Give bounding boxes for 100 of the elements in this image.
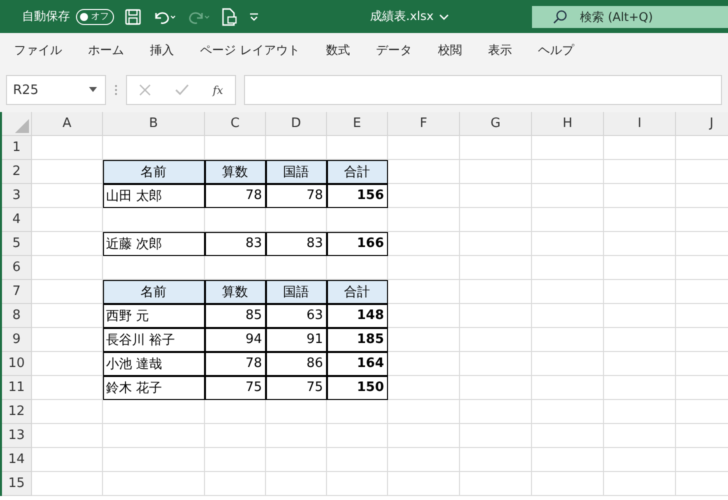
column-header[interactable]: F [388,112,460,136]
empty-cell[interactable] [388,136,460,160]
empty-cell[interactable] [388,304,460,328]
empty-cell[interactable] [532,448,604,472]
empty-cell[interactable] [327,424,388,448]
ribbon-tab[interactable]: 表示 [478,42,522,59]
empty-cell[interactable] [604,232,676,256]
empty-cell[interactable] [266,424,327,448]
empty-cell[interactable] [532,280,604,304]
column-header[interactable]: H [532,112,604,136]
cancel-icon[interactable] [138,84,151,96]
file-name[interactable]: 成績表.xlsx [370,8,434,25]
empty-cell[interactable] [327,448,388,472]
empty-cell[interactable] [205,424,266,448]
search-field[interactable]: 検索 (Alt+Q) [532,6,728,28]
row-header[interactable]: 6 [2,256,32,280]
ribbon-tab[interactable]: ファイル [4,42,72,59]
empty-cell[interactable] [460,448,532,472]
column-header[interactable]: J [676,112,728,136]
check-icon[interactable] [174,84,189,96]
empty-cell[interactable] [103,448,205,472]
row-header[interactable]: 4 [2,208,32,232]
empty-cell[interactable] [604,304,676,328]
empty-cell[interactable] [460,208,532,232]
empty-cell[interactable] [388,256,460,280]
empty-cell[interactable] [205,448,266,472]
row-header[interactable]: 10 [2,352,32,376]
ribbon-tab[interactable]: 数式 [316,42,360,59]
empty-cell[interactable] [532,376,604,400]
ribbon-tab[interactable]: ホーム [78,42,134,59]
empty-cell[interactable] [266,448,327,472]
empty-cell[interactable] [532,424,604,448]
row-header[interactable]: 15 [2,472,32,496]
row-header[interactable]: 8 [2,304,32,328]
empty-cell[interactable] [604,424,676,448]
empty-cell[interactable] [460,328,532,352]
row-header[interactable]: 2 [2,160,32,184]
row-header[interactable]: 14 [2,448,32,472]
empty-cell[interactable] [532,400,604,424]
empty-cell[interactable] [205,472,266,496]
empty-cell[interactable] [460,304,532,328]
ribbon-tab[interactable]: ページ レイアウト [190,42,310,59]
row-header[interactable]: 9 [2,328,32,352]
empty-cell[interactable] [532,328,604,352]
empty-cell[interactable] [388,184,460,208]
empty-cell[interactable] [103,208,205,232]
column-header[interactable]: D [266,112,327,136]
empty-cell[interactable] [460,232,532,256]
empty-cell[interactable] [604,256,676,280]
empty-cell[interactable] [460,400,532,424]
ribbon-tab[interactable]: データ [366,42,422,59]
row-header[interactable]: 3 [2,184,32,208]
empty-cell[interactable] [532,208,604,232]
autosave-toggle[interactable]: オフ [76,8,114,24]
empty-cell[interactable] [388,352,460,376]
save-icon[interactable] [124,8,142,26]
empty-cell[interactable] [532,304,604,328]
column-header[interactable]: B [103,112,205,136]
row-header[interactable]: 5 [2,232,32,256]
empty-cell[interactable] [604,448,676,472]
row-header[interactable]: 12 [2,400,32,424]
column-header[interactable]: A [32,112,103,136]
row-header[interactable]: 1 [2,136,32,160]
empty-cell[interactable] [604,472,676,496]
customize-icon[interactable] [248,10,260,22]
row-header[interactable]: 11 [2,376,32,400]
empty-cell[interactable] [266,208,327,232]
empty-cell[interactable] [532,160,604,184]
column-header[interactable]: E [327,112,388,136]
empty-cell[interactable] [604,328,676,352]
empty-cell[interactable] [604,400,676,424]
empty-cell[interactable] [266,472,327,496]
empty-cell[interactable] [460,376,532,400]
column-header[interactable]: I [604,112,676,136]
empty-cell[interactable] [103,472,205,496]
document-icon[interactable] [220,6,238,26]
column-header[interactable]: C [205,112,266,136]
empty-cell[interactable] [460,136,532,160]
empty-cell[interactable] [460,424,532,448]
empty-cell[interactable] [604,160,676,184]
ribbon-tab[interactable]: 校閲 [428,42,472,59]
drag-handle-icon[interactable] [114,83,118,97]
empty-cell[interactable] [604,208,676,232]
row-header[interactable]: 13 [2,424,32,448]
empty-cell[interactable] [388,328,460,352]
empty-cell[interactable] [460,280,532,304]
empty-cell[interactable] [388,400,460,424]
empty-cell[interactable] [532,232,604,256]
empty-cell[interactable] [388,424,460,448]
empty-cell[interactable] [388,208,460,232]
row-header[interactable]: 7 [2,280,32,304]
insert-function-button[interactable]: fx [212,84,224,96]
empty-cell[interactable] [532,472,604,496]
empty-cell[interactable] [604,280,676,304]
empty-cell[interactable] [604,376,676,400]
ribbon-tab[interactable]: ヘルプ [528,42,584,59]
empty-cell[interactable] [388,376,460,400]
empty-cell[interactable] [532,184,604,208]
chevron-down-icon[interactable] [438,12,450,22]
empty-cell[interactable] [604,352,676,376]
